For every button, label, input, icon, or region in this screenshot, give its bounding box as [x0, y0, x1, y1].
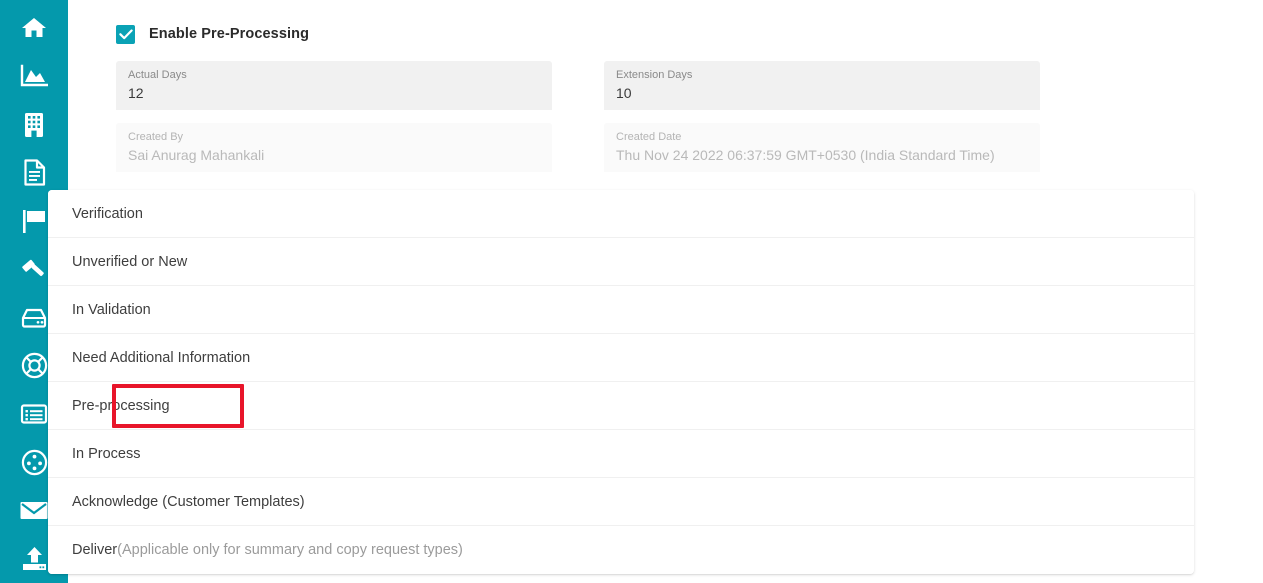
list-item-label: Acknowledge (Customer Templates)	[72, 493, 305, 510]
sidebar-item-analytics[interactable]	[0, 52, 68, 100]
actual-days-value: 12	[128, 85, 144, 101]
enable-preprocessing-row[interactable]: Enable Pre-Processing	[116, 22, 1263, 46]
list-item[interactable]: Acknowledge (Customer Templates)	[48, 478, 1194, 526]
chart-area-icon	[20, 64, 48, 88]
life-ring-icon	[21, 352, 48, 379]
created-date-label: Created Date	[616, 131, 682, 143]
list-item[interactable]: In Process	[48, 430, 1194, 478]
created-by-field: Created By Sai Anurag Mahankali	[116, 123, 552, 172]
list-item-label: Verification	[72, 205, 143, 222]
document-icon	[23, 159, 46, 186]
enable-preprocessing-checkbox[interactable]	[116, 24, 135, 44]
created-date-value: Thu Nov 24 2022 06:37:59 GMT+0530 (India…	[616, 147, 995, 163]
list-item-label: In Validation	[72, 301, 151, 318]
enable-preprocessing-label: Enable Pre-Processing	[149, 26, 310, 42]
list-item-suffix: (Applicable only for summary and copy re…	[117, 542, 463, 558]
extension-days-value: 10	[616, 85, 632, 101]
server-icon	[20, 307, 48, 329]
list-item-label: In Process	[72, 445, 141, 462]
envelope-icon	[20, 500, 48, 521]
home-icon	[21, 16, 47, 40]
check-icon	[118, 28, 133, 40]
form-row-2: Created By Sai Anurag Mahankali Created …	[116, 123, 1040, 172]
sidebar-item-home[interactable]	[0, 4, 68, 52]
created-by-value: Sai Anurag Mahankali	[128, 147, 265, 163]
app-root: Enable Pre-Processing Actual Days 12 Ext…	[0, 0, 1263, 583]
actual-days-label: Actual Days	[128, 69, 187, 81]
sidebar-item-organization[interactable]	[0, 101, 68, 149]
list-item[interactable]: Verification	[48, 190, 1194, 238]
upload-icon	[21, 546, 48, 571]
list-item-label: Unverified or New	[72, 253, 188, 270]
list-item[interactable]: In Validation	[48, 286, 1194, 334]
list-item-label: Need Additional Information	[72, 349, 251, 366]
list-item[interactable]: Unverified or New	[48, 238, 1194, 286]
status-list-panel: Verification Unverified or New In Valida…	[48, 190, 1194, 574]
building-icon	[22, 112, 46, 138]
list-item[interactable]: Need Additional Information	[48, 334, 1194, 382]
created-date-field: Created Date Thu Nov 24 2022 06:37:59 GM…	[604, 123, 1040, 172]
flag-icon	[21, 208, 47, 234]
form-fields: Actual Days 12 Extension Days 10 Created…	[116, 61, 1040, 172]
list-item-label: Deliver	[72, 542, 118, 558]
list-table-icon	[20, 403, 48, 425]
list-item-label: Pre-processing	[72, 397, 170, 414]
list-item-pre-processing[interactable]: Pre-processing	[48, 382, 1194, 430]
extension-days-field[interactable]: Extension Days 10	[604, 61, 1040, 110]
created-by-label: Created By	[128, 131, 184, 143]
form-row-1: Actual Days 12 Extension Days 10	[116, 61, 1040, 110]
actual-days-field[interactable]: Actual Days 12	[116, 61, 552, 110]
extension-days-label: Extension Days	[616, 69, 693, 81]
network-circle-icon	[21, 449, 48, 476]
list-item[interactable]: Deliver (Applicable only for summary and…	[48, 526, 1194, 574]
gavel-icon	[21, 256, 47, 282]
